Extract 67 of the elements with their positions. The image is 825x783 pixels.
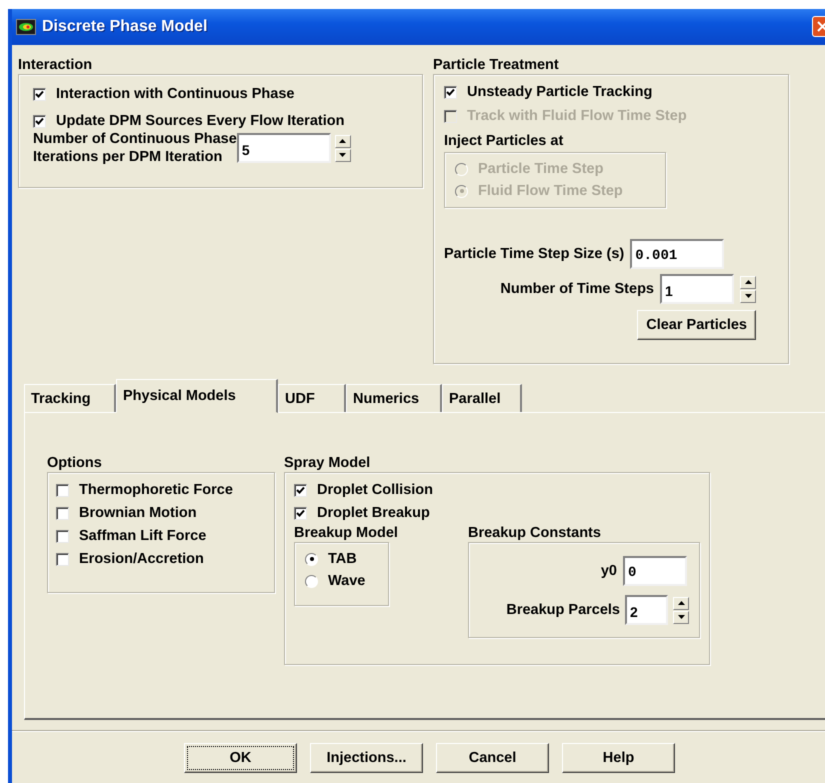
checkbox-label: Update DPM Sources Every Flow Iteration (56, 113, 344, 129)
radio-button[interactable] (305, 574, 318, 588)
checkbox[interactable] (56, 506, 69, 520)
window-title: Discrete Phase Model (42, 18, 208, 36)
checkbox-label: Droplet Breakup (317, 505, 430, 521)
up-arrow-icon (678, 601, 684, 605)
checkbox-label: Track with Fluid Flow Time Step (467, 108, 687, 124)
spin-down-button[interactable] (334, 148, 351, 162)
dialog-button[interactable]: Cancel (436, 743, 549, 773)
spin-up-button[interactable] (334, 134, 351, 148)
input-field[interactable]: 0 (623, 556, 687, 586)
close-icon (817, 21, 825, 32)
checkbox-label: Interaction with Continuous Phase (56, 86, 294, 102)
input-field[interactable]: 5 (236, 133, 331, 163)
spin-up-button[interactable] (673, 596, 689, 610)
field-label: y0 (600, 563, 617, 579)
down-arrow-icon (744, 294, 752, 298)
clear-particles-button[interactable]: Clear Particles (637, 310, 756, 340)
radio-button[interactable] (305, 552, 318, 566)
tab[interactable]: Tracking (24, 384, 116, 412)
checkbox[interactable] (444, 86, 457, 98)
input-field[interactable]: 1 (660, 274, 734, 304)
down-arrow-icon (339, 153, 346, 157)
checkbox-label: Erosion/Accretion (79, 551, 204, 567)
group-title: Particle Treatment (433, 57, 560, 73)
app-icon (16, 19, 36, 35)
checkbox-label: Thermophoretic Force (79, 482, 233, 498)
checkbox-label: Brownian Motion (79, 505, 197, 521)
spin-up-button[interactable] (740, 276, 756, 288)
dialog-button[interactable]: OK (184, 743, 297, 773)
tab[interactable]: Parallel (442, 384, 522, 412)
checkbox-label: Saffman Lift Force (79, 528, 206, 544)
checkbox[interactable] (294, 484, 307, 496)
dialog-button[interactable]: Injections... (310, 743, 423, 773)
checkbox-label: Unsteady Particle Tracking (467, 84, 652, 100)
radio-label: Fluid Flow Time Step (478, 183, 623, 199)
up-arrow-icon (744, 280, 752, 284)
group-title: Interaction (18, 57, 94, 73)
spin-down-button[interactable] (673, 610, 689, 624)
input-field[interactable]: 0.001 (630, 239, 724, 269)
field-label: Number of Continuous Phase Iterations per DPM Iteration (33, 130, 237, 166)
field-label: Number of Time Steps (500, 281, 654, 297)
checkbox-label: Droplet Collision (317, 482, 433, 498)
checkbox[interactable] (56, 530, 69, 542)
checkbox[interactable] (33, 88, 46, 100)
down-arrow-icon (678, 615, 684, 619)
checkbox[interactable] (56, 552, 69, 566)
input-field[interactable]: 2 (625, 595, 668, 625)
up-arrow-icon (339, 139, 346, 143)
field-label: Particle Time Step Size (s) (444, 246, 624, 262)
tab[interactable]: Physical Models (116, 379, 278, 413)
tab[interactable]: UDF (278, 384, 346, 412)
checkbox[interactable] (294, 506, 307, 520)
tab[interactable]: Numerics (346, 384, 442, 412)
group-title: Inject Particles at (444, 133, 564, 149)
group-title: Options (47, 455, 103, 471)
radio-label: Particle Time Step (478, 161, 604, 177)
radio-label: TAB (328, 551, 357, 567)
spin-down-button[interactable] (740, 290, 756, 302)
checkbox[interactable] (33, 114, 46, 128)
radio-label: Wave (328, 573, 366, 589)
dialog-button[interactable]: Help (562, 743, 675, 773)
checkbox[interactable] (56, 484, 69, 496)
group-title: Breakup Constants (468, 525, 602, 541)
group-title: Breakup Model (294, 525, 399, 541)
field-label: Breakup Parcels (506, 602, 620, 618)
group-title: Spray Model (284, 455, 372, 471)
